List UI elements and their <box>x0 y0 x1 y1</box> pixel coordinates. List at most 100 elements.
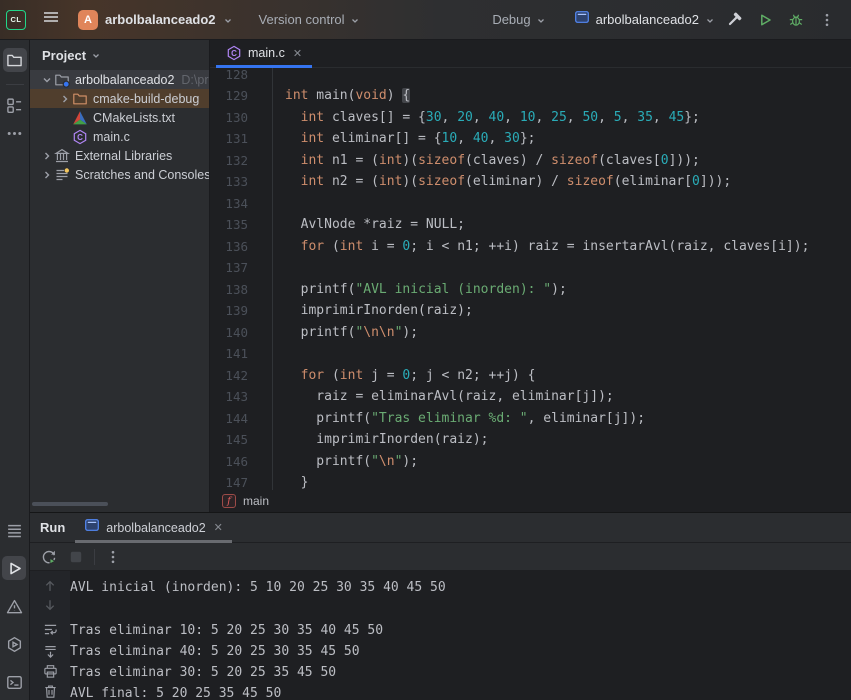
line-number[interactable]: 141 <box>210 343 272 365</box>
line-number[interactable]: 140 <box>210 322 272 344</box>
version-control-selector[interactable]: Version control <box>259 12 360 27</box>
line-number[interactable]: 144 <box>210 408 272 430</box>
editor-tab-main-c[interactable]: C main.c ✕ <box>216 39 312 67</box>
code-line-131[interactable]: 131 int eliminar[] = {10, 40, 30}; <box>210 128 851 150</box>
code-lines: 128129int main(void) {130 int claves[] =… <box>210 68 851 490</box>
code-line-144[interactable]: 144 printf("Tras eliminar %d: ", elimina… <box>210 408 851 430</box>
code-text: for (int j = 0; j < n2; ++j) { <box>272 365 535 387</box>
code-line-143[interactable]: 143 raiz = eliminarAvl(raiz, eliminar[j]… <box>210 386 851 408</box>
code-line-142[interactable]: 142 for (int j = 0; j < n2; ++j) { <box>210 365 851 387</box>
line-number[interactable]: 132 <box>210 150 272 172</box>
run-tab[interactable]: arbolbalanceado2 ✕ <box>75 513 232 543</box>
code-line-140[interactable]: 140 printf("\n\n"); <box>210 322 851 344</box>
code-line-139[interactable]: 139 imprimirInorden(raiz); <box>210 300 851 322</box>
project-toolwindow-button[interactable] <box>3 48 27 72</box>
code-line-133[interactable]: 133 int n2 = (int)(sizeof(eliminar) / si… <box>210 171 851 193</box>
code-line-138[interactable]: 138 printf("AVL inicial (inorden): "); <box>210 279 851 301</box>
editor-tab-label: main.c <box>248 46 285 60</box>
line-number[interactable]: 145 <box>210 429 272 451</box>
tree-item-arbolbalanceado2[interactable]: arbolbalanceado2D:\proye <box>30 70 209 89</box>
line-number[interactable]: 129 <box>210 85 272 107</box>
debug-button[interactable] <box>784 8 808 32</box>
more-menu-button[interactable] <box>815 8 839 32</box>
tree-item-cmakelists-txt[interactable]: CMakeLists.txt <box>30 108 209 127</box>
stripe-divider <box>6 84 24 85</box>
code-line-146[interactable]: 146 printf("\n"); <box>210 451 851 473</box>
code-text: int eliminar[] = {10, 40, 30}; <box>272 128 535 150</box>
line-number[interactable]: 136 <box>210 236 272 258</box>
lines-menu-icon[interactable] <box>2 518 26 542</box>
code-line-141[interactable]: 141 <box>210 343 851 365</box>
close-icon[interactable]: ✕ <box>214 521 223 534</box>
line-number[interactable]: 128 <box>210 68 272 85</box>
line-number[interactable]: 137 <box>210 257 272 279</box>
soft-wrap-icon[interactable] <box>41 621 59 638</box>
run-panel: Run arbolbalanceado2 ✕ AVL ini <box>30 512 851 700</box>
line-number[interactable]: 146 <box>210 451 272 473</box>
console-more-button[interactable] <box>104 548 122 566</box>
code-line-128[interactable]: 128 <box>210 68 851 85</box>
trash-icon[interactable] <box>41 683 59 700</box>
build-type-selector[interactable]: Debug <box>492 12 545 27</box>
horizontal-scrollbar[interactable] <box>32 502 108 506</box>
scroll-end-icon[interactable] <box>41 643 59 660</box>
line-number[interactable]: 139 <box>210 300 272 322</box>
run-button[interactable] <box>753 8 777 32</box>
tree-item-main-c[interactable]: Cmain.c <box>30 127 209 146</box>
tree-item-label: arbolbalanceado2 <box>75 73 174 87</box>
project-selector[interactable]: A arbolbalanceado2 <box>78 10 233 30</box>
c-file-icon: C <box>72 129 88 145</box>
printer-icon[interactable] <box>41 663 59 680</box>
line-number[interactable]: 143 <box>210 386 272 408</box>
console-output: AVL inicial (inorden): 5 10 20 25 30 35 … <box>70 571 446 700</box>
code-line-145[interactable]: 145 imprimirInorden(raiz); <box>210 429 851 451</box>
code-line-135[interactable]: 135 AvlNode *raiz = NULL; <box>210 214 851 236</box>
chevron-right-icon[interactable] <box>58 93 72 105</box>
code-line-147[interactable]: 147 } <box>210 472 851 490</box>
run-config-selector[interactable]: arbolbalanceado2 <box>574 9 715 30</box>
code-text <box>272 193 285 215</box>
terminal-toolwindow-button[interactable] <box>2 670 26 694</box>
code-line-136[interactable]: 136 for (int i = 0; i < n1; ++i) raiz = … <box>210 236 851 258</box>
arrow-down-icon[interactable] <box>41 596 59 613</box>
tree-item-label: cmake-build-debug <box>93 92 199 106</box>
chevron-down-icon[interactable] <box>40 74 54 86</box>
rerun-button[interactable] <box>40 548 58 566</box>
code-line-137[interactable]: 137 <box>210 257 851 279</box>
structure-toolwindow-button[interactable] <box>3 93 27 117</box>
main-menu-button[interactable] <box>38 7 64 33</box>
services-toolwindow-button[interactable] <box>2 632 26 656</box>
code-line-129[interactable]: 129int main(void) { <box>210 85 851 107</box>
run-toolwindow-button[interactable] <box>2 556 26 580</box>
tree-item-cmake-build-debug[interactable]: cmake-build-debug <box>30 89 209 108</box>
code-line-132[interactable]: 132 int n1 = (int)(sizeof(claves) / size… <box>210 150 851 172</box>
close-icon[interactable]: ✕ <box>293 47 302 60</box>
more-toolwindows-button[interactable] <box>3 121 27 145</box>
line-number[interactable]: 142 <box>210 365 272 387</box>
project-panel-header[interactable]: Project <box>30 40 209 70</box>
line-number[interactable]: 134 <box>210 193 272 215</box>
arrow-up-icon[interactable] <box>41 577 59 594</box>
line-number[interactable]: 135 <box>210 214 272 236</box>
tree-item-external-libraries[interactable]: External Libraries <box>30 146 209 165</box>
code-area[interactable]: 128129int main(void) {130 int claves[] =… <box>210 68 851 490</box>
line-number[interactable]: 133 <box>210 171 272 193</box>
console[interactable]: AVL inicial (inorden): 5 10 20 25 30 35 … <box>30 571 851 700</box>
line-number[interactable]: 130 <box>210 107 272 129</box>
tree-item-scratches-and-consoles[interactable]: Scratches and Consoles <box>30 165 209 184</box>
run-config-name: arbolbalanceado2 <box>596 12 699 27</box>
problems-toolwindow-button[interactable] <box>2 594 26 618</box>
code-line-134[interactable]: 134 <box>210 193 851 215</box>
line-number[interactable]: 147 <box>210 472 272 490</box>
line-number[interactable]: 131 <box>210 128 272 150</box>
build-button[interactable] <box>722 8 746 32</box>
breadcrumb-function[interactable]: main <box>243 494 269 508</box>
stripe-top <box>0 40 29 149</box>
code-text: imprimirInorden(raiz); <box>272 429 489 451</box>
project-tree: arbolbalanceado2D:\proye cmake-build-debu… <box>30 70 209 184</box>
chevron-right-icon[interactable] <box>40 150 54 162</box>
chevron-right-icon[interactable] <box>40 169 54 181</box>
code-line-130[interactable]: 130 int claves[] = {30, 20, 40, 10, 25, … <box>210 107 851 129</box>
line-number[interactable]: 138 <box>210 279 272 301</box>
stop-button[interactable] <box>67 548 85 566</box>
